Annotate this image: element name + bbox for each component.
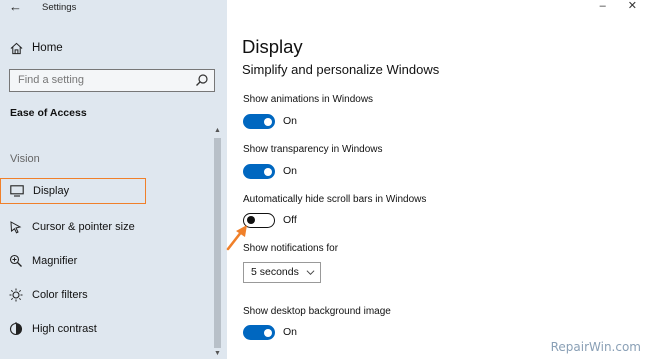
scroll-down-icon[interactable]: ▼: [213, 349, 222, 358]
toggle-state-desktop-background: On: [283, 326, 298, 338]
toggle-transparency[interactable]: [243, 164, 275, 179]
window-title: Settings: [42, 2, 77, 13]
page-title: Display: [242, 36, 303, 57]
home-link[interactable]: Home: [10, 38, 210, 58]
sidebar: ← Settings Home Ease of Access Vision Di…: [0, 0, 227, 359]
setting-label-hide-scrollbars: Automatically hide scroll bars in Window…: [243, 194, 427, 205]
watermark: RepairWin.com: [550, 340, 641, 354]
sidebar-item-label: Cursor & pointer size: [32, 221, 135, 233]
sidebar-item-magnifier[interactable]: Magnifier: [0, 248, 212, 274]
section-heading: Ease of Access: [10, 107, 87, 119]
back-arrow-icon[interactable]: ←: [9, 0, 22, 14]
title-bar: ← Settings: [0, 0, 227, 18]
sidebar-item-label: High contrast: [32, 323, 97, 335]
toggle-state-hide-scrollbars: Off: [283, 214, 297, 226]
minimize-icon[interactable]: –: [600, 0, 628, 12]
setting-label-transparency: Show transparency in Windows: [243, 144, 383, 155]
scroll-up-icon[interactable]: ▲: [213, 126, 222, 135]
cursor-icon: [8, 219, 24, 235]
sidebar-item-label: Color filters: [32, 289, 88, 301]
sidebar-item-color-filters[interactable]: Color filters: [0, 282, 212, 308]
setting-label-desktop-background: Show desktop background image: [243, 306, 391, 317]
home-label: Home: [32, 42, 63, 54]
window-controls: –✕: [600, 0, 637, 12]
sidebar-item-high-contrast[interactable]: High contrast: [0, 316, 212, 342]
chevron-down-icon: [306, 270, 315, 276]
notifications-duration-dropdown[interactable]: 5 seconds: [243, 262, 321, 283]
main-panel: –✕ Display Simplify and personalize Wind…: [227, 0, 647, 359]
sidebar-scrollbar[interactable]: ▲ ▼: [213, 126, 222, 359]
search-box: [9, 69, 215, 92]
toggle-state-transparency: On: [283, 165, 298, 177]
toggle-desktop-background[interactable]: [243, 325, 275, 340]
toggle-state-animations: On: [283, 115, 298, 127]
dropdown-value: 5 seconds: [251, 266, 299, 278]
page-subtitle: Simplify and personalize Windows: [242, 62, 440, 77]
scroll-thumb[interactable]: [214, 138, 221, 348]
annotation-arrow-icon: [226, 225, 247, 251]
setting-label-animations: Show animations in Windows: [243, 94, 374, 105]
sidebar-item-cursor[interactable]: Cursor & pointer size: [0, 214, 212, 240]
high-contrast-icon: [8, 321, 24, 337]
sidebar-item-label: Magnifier: [32, 255, 78, 267]
setting-label-notifications: Show notifications for: [243, 243, 339, 254]
group-label-vision: Vision: [10, 153, 40, 165]
color-filter-icon: [8, 287, 24, 303]
close-icon[interactable]: ✕: [628, 0, 637, 12]
monitor-icon: [9, 183, 25, 199]
sidebar-item-label: Display: [33, 185, 70, 197]
toggle-animations[interactable]: [243, 114, 275, 129]
magnifier-icon: [8, 253, 24, 269]
sidebar-item-display[interactable]: Display: [0, 178, 146, 204]
home-icon: [10, 42, 23, 54]
search-input[interactable]: [10, 70, 190, 90]
search-icon[interactable]: [195, 73, 209, 87]
